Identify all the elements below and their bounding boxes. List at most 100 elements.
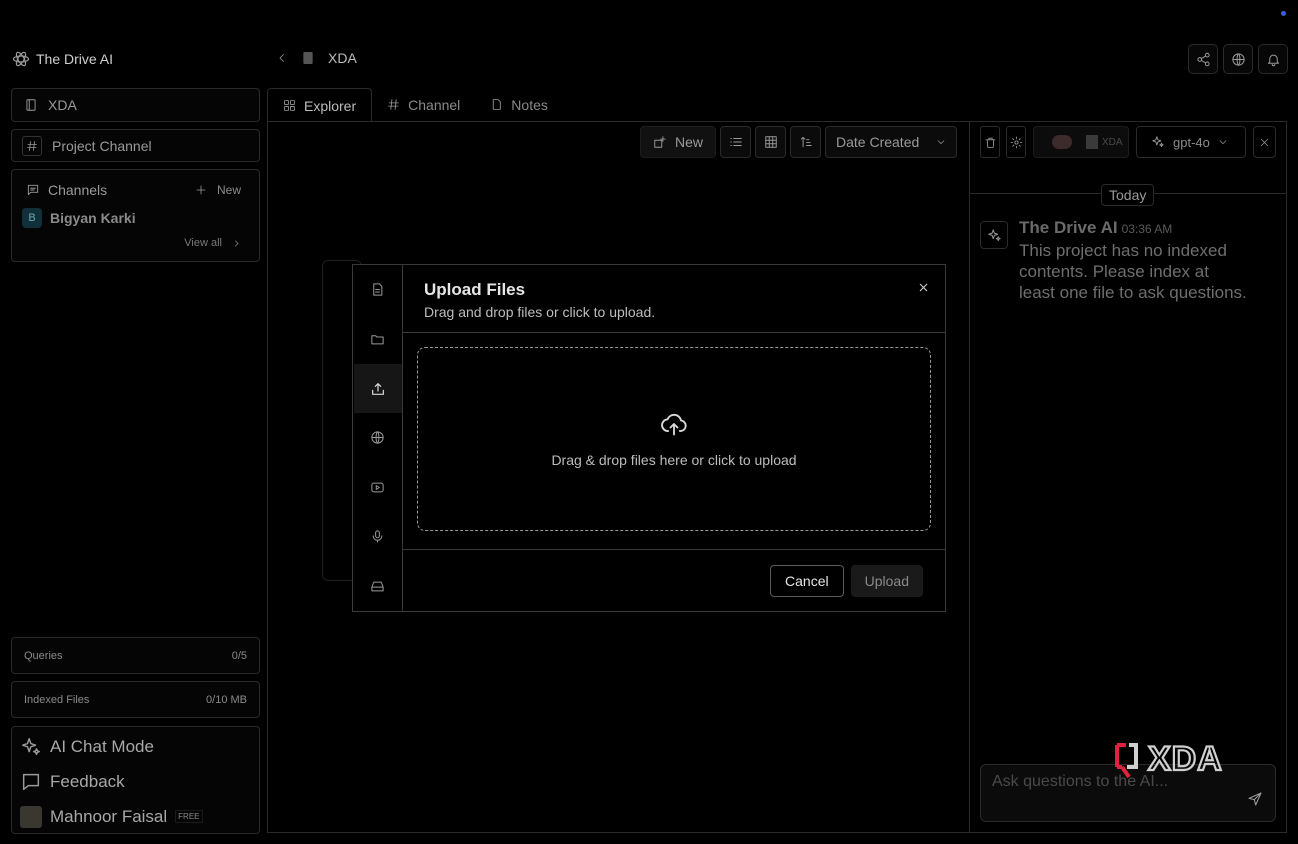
sparkle-icon [987,228,1001,241]
youtube-icon [371,482,384,493]
ai-avatar [980,221,1008,249]
share-button[interactable] [1188,44,1218,74]
xda-watermark: XDA [1114,742,1238,780]
explorer-toolbar: New Date Created [640,126,957,158]
upload-button[interactable]: Upload [850,564,923,597]
sidebar-project-name: XDA [48,97,77,113]
sort-direction-button[interactable] [790,126,821,158]
feedback-button[interactable]: Feedback [12,764,259,799]
brain-icon [1052,135,1072,149]
breadcrumb-project[interactable]: XDA [328,50,357,66]
notifications-button[interactable] [1258,44,1288,74]
user-profile[interactable]: Mahnoor Faisal FREE [12,799,259,834]
view-all-link[interactable]: View all [184,237,241,249]
model-select[interactable]: gpt-4o [1136,126,1246,158]
message-time: 03:36 AM [1121,222,1173,236]
modal-subtitle: Drag and drop files or click to upload. [424,304,656,320]
channels-panel: Channels New B Bigyan Karki View all [11,169,260,262]
day-separator: Today [1101,184,1155,206]
close-icon[interactable] [918,282,929,293]
close-icon [1260,138,1269,146]
tab-explorer[interactable]: Explorer [267,88,373,122]
cancel-button[interactable]: Cancel [770,564,844,597]
model-select-value: gpt-4o [1173,134,1210,150]
avatar [20,805,42,828]
bell-icon [1267,54,1279,66]
ai-chat-mode-label: AI Chat Mode [50,736,154,756]
sidebar-project-channel[interactable]: Project Channel [11,129,260,162]
tab-channel[interactable]: Channel [372,88,475,121]
status-dot [1281,11,1286,16]
watermark-text: XDA [1148,742,1223,778]
chat-settings-button[interactable] [1006,126,1026,158]
chevron-left-icon[interactable] [276,52,288,64]
chevron-right-icon [235,240,239,246]
queries-label: Queries [24,649,63,662]
app-brand[interactable]: The Drive AI [12,50,113,68]
queries-value: 0/5 [231,649,247,662]
chat-message: The Drive AI 03:36 AM This project has n… [1019,218,1249,303]
message-square-icon [22,773,40,790]
notebook-icon [1086,135,1098,149]
folder-icon [371,334,384,344]
delete-chat-button[interactable] [980,126,1000,158]
microphone-icon [372,530,383,543]
source-youtube[interactable] [354,463,402,512]
source-upload[interactable] [353,363,402,414]
send-icon[interactable] [1247,791,1263,807]
channel-member[interactable]: B Bigyan Karki [22,208,136,228]
share-icon [1196,52,1210,66]
cloud-upload-icon [661,413,687,436]
chevron-down-icon [1219,140,1227,144]
modal-title: Upload Files [424,280,526,299]
close-chat-button[interactable] [1253,126,1276,158]
new-item-button[interactable]: New [640,126,716,158]
upload-dropzone[interactable]: Drag & drop files here or click to uploa… [417,347,931,531]
dropzone-text: Drag & drop files here or click to uploa… [551,452,797,468]
indexed-files-usage: Indexed Files 0/10 MB [11,681,260,718]
plan-badge: FREE [175,810,203,823]
tab-notes-label: Notes [511,96,548,113]
upload-modal: Upload Files Drag and drop files or clic… [352,264,946,612]
main-tabs: Explorer Channel Notes [267,88,563,122]
chevron-down-icon [937,140,945,144]
globe-icon [1231,52,1245,66]
trash-icon [985,137,995,148]
upload-modal-header: Upload Files Drag and drop files or clic… [403,265,945,333]
grid-icon [764,136,777,148]
top-actions [1188,44,1288,74]
source-folder[interactable] [354,314,402,363]
upload-source-list [353,265,403,611]
gear-icon [1010,136,1022,148]
language-button[interactable] [1223,44,1253,74]
source-web[interactable] [354,413,402,462]
sidebar-bottom-panel: AI Chat Mode Feedback Mahnoor Faisal FRE… [11,726,260,834]
project-channel-label: Project Channel [52,137,152,154]
sparkle-icon [22,737,40,755]
new-item-label: New [674,134,703,150]
source-audio[interactable] [354,512,402,561]
source-document[interactable] [354,265,402,314]
notebook-icon [303,52,313,64]
avatar: B [22,208,42,228]
chat-icon [27,184,39,196]
user-name: Mahnoor Faisal [50,806,168,826]
tab-channel-label: Channel [408,96,461,113]
chat-context-selector[interactable]: XDA [1033,126,1129,158]
list-view-button[interactable] [720,126,751,158]
tab-notes[interactable]: Notes [475,88,563,121]
atom-logo-icon [12,51,30,67]
indexed-files-label: Indexed Files [24,693,90,706]
member-name: Bigyan Karki [50,210,136,226]
message-text: This project has no indexed contents. Pl… [1019,241,1247,302]
message-sender: The Drive AI [1019,218,1118,237]
ai-chat-mode-button[interactable]: AI Chat Mode [12,729,259,764]
grid-view-button[interactable] [755,126,786,158]
source-drive[interactable] [354,562,402,611]
sort-select-value: Date Created [836,134,920,150]
new-channel-button[interactable]: New [195,183,241,197]
hash-icon [22,135,42,156]
sidebar-project[interactable]: XDA [11,88,260,122]
upload-modal-footer: Cancel Upload [403,549,945,611]
sort-select[interactable]: Date Created [825,126,957,158]
